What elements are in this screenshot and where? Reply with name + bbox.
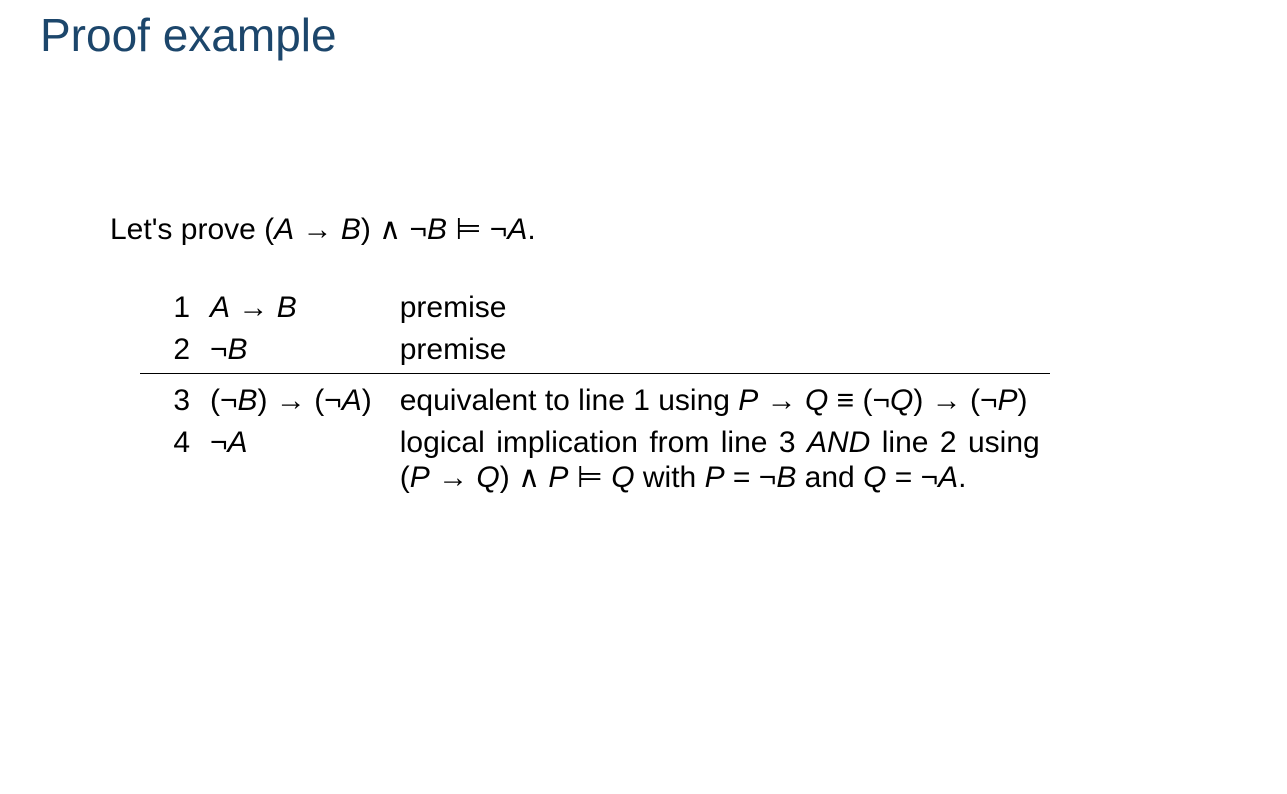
var-A: A bbox=[342, 384, 362, 417]
line-number: 1 bbox=[140, 287, 200, 329]
var-P: P bbox=[738, 384, 758, 417]
intro-line: Let's prove (A → B) ∧ ¬B ⊨ ¬A. bbox=[110, 212, 1247, 247]
intro-arrow: → bbox=[294, 213, 341, 246]
paren: ) bbox=[1018, 384, 1028, 417]
proof-table: 1 A → B premise 2 ¬B premise 3 (¬B) → (¬… bbox=[140, 287, 1050, 499]
neg-icon: ¬ bbox=[210, 333, 228, 366]
equiv-icon: ≡ (¬ bbox=[828, 384, 890, 417]
var-Q: Q bbox=[476, 461, 499, 494]
just-text: ) ∧ bbox=[500, 461, 549, 494]
var-Q: Q bbox=[863, 461, 886, 494]
arrow-icon: → bbox=[230, 291, 277, 324]
arrow-icon: ) → (¬ bbox=[258, 384, 342, 417]
var-B: B bbox=[277, 291, 297, 324]
var-A: A bbox=[938, 461, 958, 494]
formula-cell: (¬B) → (¬A) bbox=[200, 374, 390, 423]
line-number: 2 bbox=[140, 329, 200, 374]
word-and: AND bbox=[807, 426, 870, 459]
var-P: P bbox=[998, 384, 1018, 417]
formula-cell: ¬B bbox=[200, 329, 390, 374]
just-text: . bbox=[958, 461, 966, 494]
proof-row: 1 A → B premise bbox=[140, 287, 1050, 329]
justification-cell: premise bbox=[390, 287, 1050, 329]
arrow-icon: → bbox=[430, 461, 477, 494]
var-B: B bbox=[228, 333, 248, 366]
var-Q: Q bbox=[805, 384, 828, 417]
var-A: A bbox=[507, 213, 527, 246]
var-B: B bbox=[238, 384, 258, 417]
intro-text: Let's prove ( bbox=[110, 213, 274, 246]
eq-icon: = ¬ bbox=[725, 461, 777, 494]
line-number: 3 bbox=[140, 374, 200, 423]
entails-icon: ⊨ bbox=[568, 461, 611, 494]
var-P: P bbox=[410, 461, 430, 494]
just-text: with bbox=[635, 461, 705, 494]
just-text: equivalent to line 1 using bbox=[400, 384, 739, 417]
paren: ) bbox=[362, 384, 372, 417]
intro-period: . bbox=[527, 213, 535, 246]
just-text: and bbox=[796, 461, 863, 494]
var-A: A bbox=[274, 213, 294, 246]
eq-icon: = ¬ bbox=[886, 461, 938, 494]
var-B: B bbox=[341, 213, 361, 246]
paren: (¬ bbox=[210, 384, 238, 417]
var-P: P bbox=[548, 461, 568, 494]
var-Q: Q bbox=[611, 461, 634, 494]
proof-row: 3 (¬B) → (¬A) equivalent to line 1 using… bbox=[140, 374, 1050, 423]
var-Q: Q bbox=[890, 384, 913, 417]
formula-cell: A → B bbox=[200, 287, 390, 329]
justification-cell: logical implication from line 3 AND line… bbox=[390, 422, 1050, 499]
proof-row: 2 ¬B premise bbox=[140, 329, 1050, 374]
justification-cell: equivalent to line 1 using P → Q ≡ (¬Q) … bbox=[390, 374, 1050, 423]
arrow-icon: → bbox=[758, 384, 805, 417]
var-B: B bbox=[776, 461, 796, 494]
proof-row: 4 ¬A logical implication from line 3 AND… bbox=[140, 422, 1050, 499]
slide: Proof example Let's prove (A → B) ∧ ¬B ⊨… bbox=[0, 0, 1287, 794]
line-number: 4 bbox=[140, 422, 200, 499]
var-A: A bbox=[228, 426, 248, 459]
var-P: P bbox=[705, 461, 725, 494]
intro-entails: ⊨ ¬ bbox=[447, 213, 507, 246]
justification-cell: premise bbox=[390, 329, 1050, 374]
just-text: logical implication from line 3 bbox=[400, 426, 807, 459]
formula-cell: ¬A bbox=[200, 422, 390, 499]
intro-text: ) ∧ ¬ bbox=[361, 213, 427, 246]
arrow-icon: ) → (¬ bbox=[913, 384, 997, 417]
neg-icon: ¬ bbox=[210, 426, 228, 459]
slide-title: Proof example bbox=[40, 0, 1247, 212]
var-B: B bbox=[427, 213, 447, 246]
var-A: A bbox=[210, 291, 230, 324]
